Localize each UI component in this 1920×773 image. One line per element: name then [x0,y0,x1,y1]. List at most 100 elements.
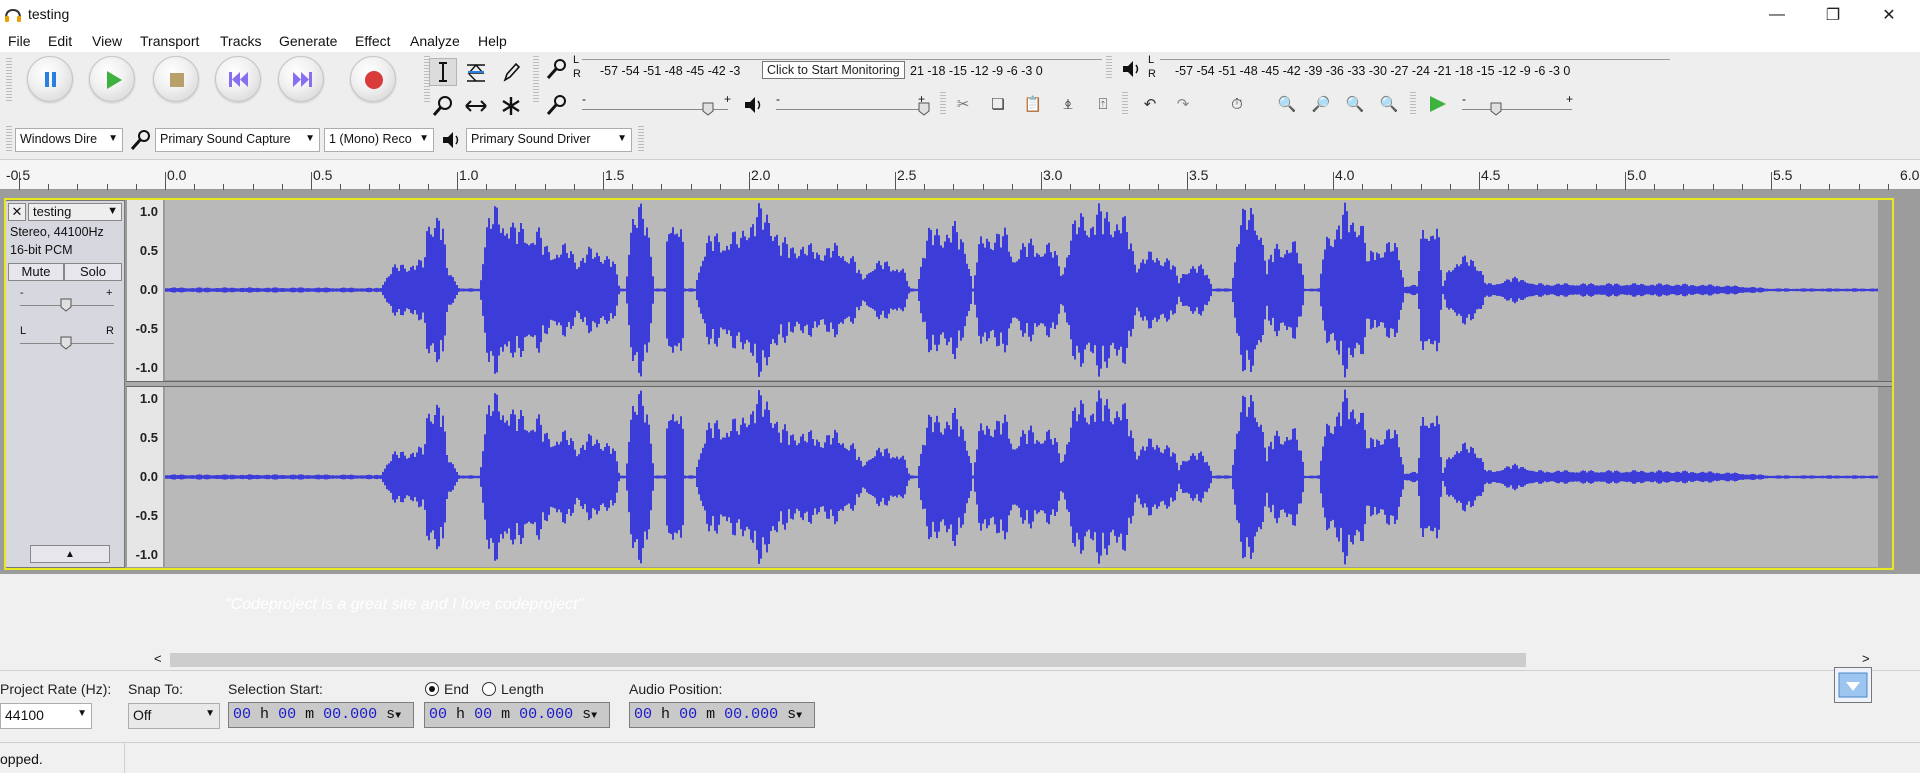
draw-tool[interactable] [497,58,525,86]
audio-host-dropdown[interactable]: Windows Dire ▼ [15,128,123,152]
playback-meter-speaker-icon[interactable] [1118,56,1144,82]
length-radio-label: Length [501,681,544,697]
selection-start-time[interactable]: 00 h 00 m 00.000 s▼ [228,702,414,728]
window-title: testing [28,6,70,22]
scroll-right-icon[interactable]: > [1862,651,1870,666]
fit-project-button[interactable]: 🔍 [1376,91,1402,117]
playback-device-speaker-icon [438,127,464,153]
trim-button[interactable]: ⍎ [1055,91,1081,117]
selection-end-time[interactable]: 00 h 00 m 00.000 s▼ [424,702,610,728]
stopwatch-icon: ⏱ [1231,95,1243,113]
minutes-unit: m [706,706,716,723]
zoom-out-button[interactable]: 🔎 [1308,91,1334,117]
menu-transport[interactable]: Transport [140,33,199,49]
length-radio[interactable] [482,682,496,696]
playback-meter-bar[interactable] [1160,54,1670,60]
menu-tracks[interactable]: Tracks [220,33,261,49]
toolbar-grip[interactable] [1410,92,1416,114]
toolbar-grip[interactable] [940,92,946,114]
minutes-value: 00 [474,706,493,723]
seconds-value: 00.000 [724,706,779,723]
close-window-button[interactable]: ✕ [1866,0,1912,30]
menu-generate[interactable]: Generate [279,33,337,49]
stop-button[interactable] [153,56,199,102]
record-meter-microphone-icon[interactable] [544,56,570,82]
label-track-text[interactable]: "Codeproject is a great site and I love … [225,596,583,614]
scrollbar-thumb[interactable] [170,653,1526,667]
ruler-label: 6.0 [1900,167,1920,183]
time-format-chevron-icon[interactable]: ▼ [591,711,597,722]
menu-help[interactable]: Help [478,33,507,49]
menu-edit[interactable]: Edit [48,33,72,49]
monitor-tooltip: Click to Start Monitoring [762,61,905,79]
playback-volume-slider[interactable] [776,109,922,110]
restore-button[interactable]: ❐ [1810,0,1856,30]
minutes-value: 00 [278,706,297,723]
menu-effect[interactable]: Effect [355,33,391,49]
recording-volume-thumb[interactable] [702,102,714,116]
horizontal-scrollbar[interactable]: < > [0,650,1880,670]
toolbar-grip[interactable] [533,56,539,104]
play-slider-min: - [776,92,780,106]
envelope-tool[interactable] [462,58,490,86]
ruler-label: 4.5 [1481,167,1501,183]
silence-button[interactable]: ⍐ [1090,91,1116,117]
ruler-label: 1.0 [459,167,479,183]
menu-view[interactable]: View [92,33,122,49]
skip-to-start-button[interactable] [215,56,261,102]
envelope-icon [467,63,485,82]
selection-tool[interactable] [429,58,457,86]
play-at-speed-button[interactable] [1424,91,1450,117]
toolbar-grip[interactable] [1106,56,1112,78]
project-rate-dropdown[interactable]: 44100 ▼ [0,703,92,729]
status-text: opped. [0,751,43,767]
audio-position-time[interactable]: 00 h 00 m 00.000 s▼ [629,702,815,728]
end-radio[interactable] [425,682,439,696]
seconds-value: 00.000 [323,706,378,723]
time-shift-tool[interactable] [462,92,490,120]
recording-channels-dropdown[interactable]: 1 (Mono) Reco ▼ [324,128,434,152]
selection-start-label: Selection Start: [228,681,323,697]
menu-bar: File Edit View Transport Tracks Generate… [0,30,1920,52]
seconds-unit: s [386,706,396,723]
playback-meter-right-label: R [1148,68,1156,80]
record-button[interactable] [350,56,396,102]
pause-button[interactable] [27,56,73,102]
menu-file[interactable]: File [8,33,31,49]
playback-device-dropdown[interactable]: Primary Sound Driver ▼ [466,128,632,152]
record-meter-bar[interactable] [582,54,1102,60]
playback-volume-thumb[interactable] [918,102,930,116]
zoom-in-button[interactable]: 🔍 [1274,91,1300,117]
floating-panel-button[interactable] [1834,667,1872,703]
menu-analyze[interactable]: Analyze [410,33,460,49]
snap-to-dropdown[interactable]: Off ▼ [128,703,220,729]
redo-button[interactable]: ↷ [1170,91,1196,117]
time-format-chevron-icon[interactable]: ▼ [395,711,401,722]
skip-to-end-button[interactable] [278,56,324,102]
play-button[interactable] [89,56,135,102]
sync-lock-button[interactable]: ⏱ [1224,91,1250,117]
ruler-label: 4.0 [1335,167,1355,183]
copy-button[interactable]: ❏ [985,91,1011,117]
time-format-chevron-icon[interactable]: ▼ [796,711,802,722]
scroll-left-icon[interactable]: < [154,651,162,666]
cut-button[interactable]: ✂ [950,91,976,117]
toolbar-grip[interactable] [6,58,12,102]
toolbar-grip[interactable] [6,126,12,152]
undo-icon: ↶ [1143,96,1157,113]
zoom-tool[interactable] [429,92,457,120]
fit-selection-button[interactable]: 🔍 [1342,91,1368,117]
chevron-down-icon: ▼ [305,133,315,144]
timeline-ruler[interactable]: -0.50.00.51.01.52.02.53.03.54.04.55.05.5… [0,160,1920,190]
multi-tool[interactable] [497,92,525,120]
toolbar-grip[interactable] [1122,92,1128,114]
toolbar-grip[interactable] [638,126,644,152]
undo-button[interactable]: ↶ [1137,91,1163,117]
minimize-button[interactable]: — [1754,0,1800,30]
play-speed-thumb[interactable] [1490,102,1502,116]
recording-device-dropdown[interactable]: Primary Sound Capture ▼ [155,128,320,152]
rec-slider-max: + [724,92,732,106]
play-speed-slider[interactable] [1462,109,1572,110]
zoom-in-icon: 🔍 [1277,96,1297,113]
paste-button[interactable]: 📋 [1020,91,1046,117]
